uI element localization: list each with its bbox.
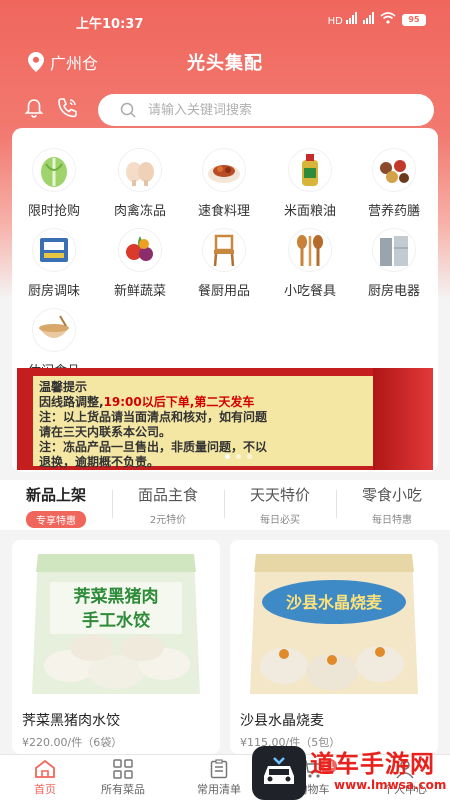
home-icon [0,757,90,781]
product-price: ¥220.00/件（6袋） [22,736,123,749]
product-card[interactable]: 沙县水晶烧麦 沙县水晶烧麦 ¥115.00/件（5包） [230,540,438,754]
signal-icon: HD [328,12,357,27]
search-input[interactable] [148,102,408,118]
signal-icon-2 [363,12,374,27]
product-name: 荠菜黑猪肉水饺 [22,713,120,729]
tab-title: 零食小吃 [361,486,422,504]
notice-text: 因线路调整, [39,395,104,409]
category-item[interactable]: 小吃餐具 [270,228,350,299]
phone-icon[interactable] [56,97,78,123]
dish-icon [202,148,246,192]
tab-new-arrivals[interactable]: 新品上架 专享特惠 [0,484,112,528]
carousel-dots[interactable] [225,454,252,459]
notice-banner[interactable]: 温馨提示 因线路调整,19:00以后下单,第二天发车 注：以上货品请当面清点和核… [17,368,433,470]
tab-snacks[interactable]: 零食小吃 每日特惠 [336,484,448,526]
nav-home[interactable]: 首页 [0,757,90,797]
svg-text:手工水饺: 手工水饺 [82,610,151,631]
status-icons: HD 95 [328,12,426,27]
tab-daily-specials[interactable]: 天天特价 每日必买 [224,484,336,526]
product-image: 沙县水晶烧麦 [250,554,418,694]
tab-subtitle: 每日必买 [260,515,300,526]
tab-subtitle: 2元特价 [149,515,187,526]
category-label: 小吃餐具 [283,284,336,299]
svg-text:沙县水晶烧麦: 沙县水晶烧麦 [286,593,383,612]
category-item[interactable]: 厨房电器 [354,228,434,299]
battery-icon: 95 [402,13,426,26]
watermark-text: 道车手游网 [310,749,435,778]
notice-paper: 温馨提示 因线路调整,19:00以后下单,第二天发车 注：以上货品请当面清点和核… [33,376,389,469]
nav-all-products[interactable]: 所有菜品 [78,757,168,797]
tab-title: 面品主食 [137,486,198,504]
vegetables-icon [118,228,162,272]
category-item[interactable]: 厨房调味 [14,228,94,299]
banner-decoration [373,368,433,470]
category-item[interactable]: 速食料理 [184,148,264,219]
app-header: 广州仓 光头集配 [0,44,450,80]
category-label: 营养药膳 [367,204,420,219]
category-label: 新鲜蔬菜 [113,284,166,299]
svg-text:荠菜黑猪肉: 荠菜黑猪肉 [74,586,159,607]
seasoning-icon [32,228,76,272]
category-label: 米面粮油 [283,204,336,219]
category-label: 限时抢购 [27,204,80,219]
watermark: 道车手游网 www.lmwsa.com [250,742,450,800]
category-label: 餐厨用品 [197,284,250,299]
tab-title: 新品上架 [25,486,86,504]
nav-label: 所有菜品 [101,783,145,796]
category-item[interactable]: 营养药膳 [354,148,434,219]
search-bar[interactable] [98,94,434,126]
notice-line: 退换，逾期概不负责。 [39,455,160,469]
nav-label: 首页 [34,783,56,796]
app-title: 光头集配 [187,53,263,74]
notice-title: 温馨提示 [39,380,88,394]
category-label: 速食料理 [197,204,250,219]
category-label: 厨房调味 [27,284,80,299]
notice-line: 因线路调整,19:00以后下单,第二天发车 [39,395,383,410]
category-label: 厨房电器 [367,284,420,299]
status-time: 上午10:37 [76,17,144,32]
category-item[interactable]: 肉禽冻品 [100,148,180,219]
notice-line: 请在三天内联系本公司。 [39,425,172,439]
chair-icon [202,228,246,272]
product-image: 荠菜黑猪肉 手工水饺 [32,554,200,694]
cabbage-icon [32,148,76,192]
category-item[interactable]: 米面粮油 [270,148,350,219]
search-icon [120,102,136,118]
utensils-icon [288,228,332,272]
tab-staple-noodles[interactable]: 面品主食 2元特价 [112,484,224,526]
category-item[interactable]: 新鲜蔬菜 [100,228,180,299]
grid-icon [78,757,168,781]
oil-bottle-icon [288,148,332,192]
chicken-icon [118,148,162,192]
status-bar: 上午10:37 HD 95 [0,0,450,40]
notice-line: 注：以上货品请当面清点和核对，如有问题 [39,410,268,424]
product-card[interactable]: 荠菜黑猪肉 手工水饺 荠菜黑猪肉水饺 ¥220.00/件（6袋） [12,540,220,754]
wifi-icon [380,12,396,27]
category-tabs: 新品上架 专享特惠 面品主食 2元特价 天天特价 每日必买 零食小吃 每日特惠 [0,480,450,530]
herbs-icon [372,148,416,192]
notice-highlight: 19:00以后下单,第二天发车 [103,395,255,409]
tab-subtitle: 专享特惠 [26,511,86,528]
category-item[interactable]: 餐厨用品 [184,228,264,299]
tool-row [0,92,450,126]
bell-icon[interactable] [24,98,44,122]
tab-title: 天天特价 [249,486,310,504]
watermark-url: www.lmwsa.com [334,778,447,792]
tab-subtitle: 每日特惠 [372,515,412,526]
fridge-icon [372,228,416,272]
watermark-logo-icon [252,746,306,800]
product-name: 沙县水晶烧麦 [240,713,324,729]
category-label: 肉禽冻品 [113,204,166,219]
soup-bowl-icon [32,308,76,352]
category-item[interactable]: 限时抢购 [14,148,94,219]
notice-line: 注：冻品产品一旦售出，非质量问题，不以 [39,440,268,454]
